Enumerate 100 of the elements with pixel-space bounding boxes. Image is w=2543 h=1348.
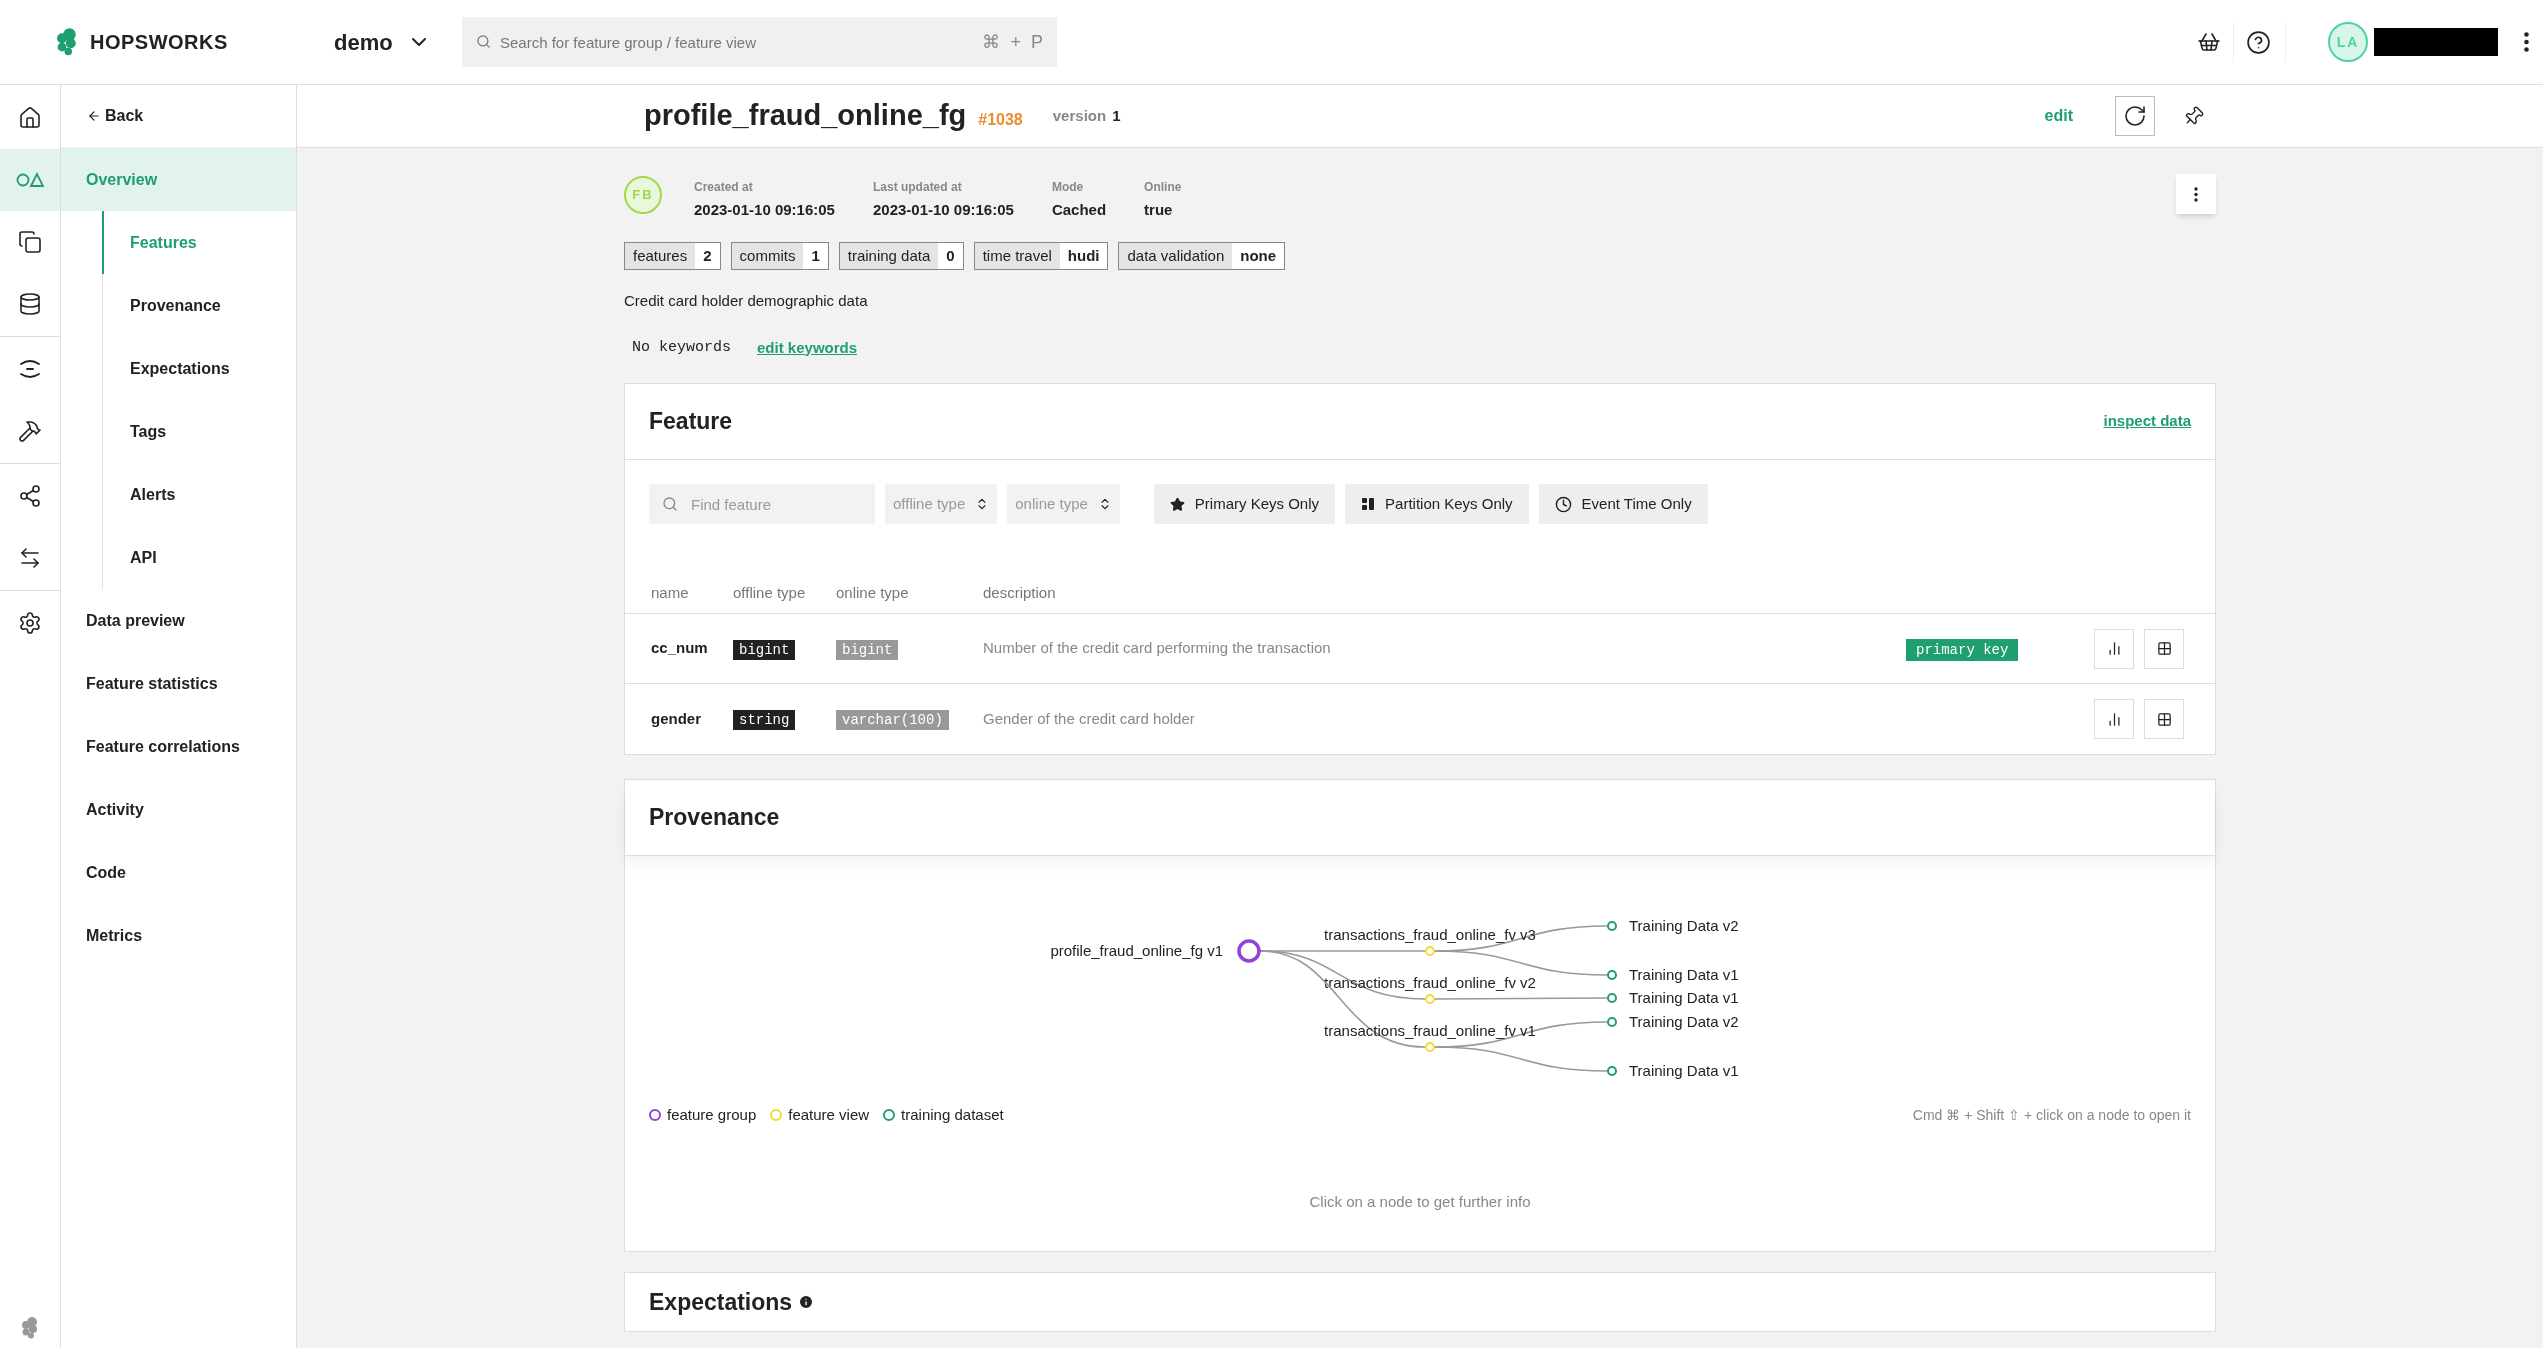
star-icon	[1169, 496, 1185, 512]
column-header: name	[651, 583, 690, 604]
column-header: description	[983, 583, 1056, 604]
nav-item[interactable]: Metrics	[61, 904, 296, 967]
clock-icon	[1554, 495, 1572, 513]
database-icon	[18, 292, 42, 316]
more-icon	[2194, 186, 2198, 202]
feature-name: cc_num	[651, 638, 709, 659]
stat-badge: commits 1	[730, 241, 829, 270]
node-label: profile_fraud_online_fg v1	[1050, 942, 1223, 959]
feature-group-node[interactable]	[1237, 939, 1261, 963]
project-selector[interactable]: demo	[334, 25, 462, 59]
nav-subitem[interactable]: API	[102, 526, 296, 589]
node-label: Training Data v2	[1629, 1013, 1739, 1030]
feature-name: gender	[651, 708, 702, 729]
meta-value: 2023-01-10 09:16:05	[694, 200, 835, 220]
nav-item[interactable]: Feature correlations	[61, 715, 296, 778]
card-title: Expectations	[649, 1287, 793, 1317]
node-label: Training Data v1	[1629, 1062, 1739, 1079]
shortcut-key: ⌘	[982, 29, 1001, 56]
training-dataset-node[interactable]	[1607, 993, 1617, 1003]
statistics-button[interactable]	[2094, 699, 2134, 739]
training-dataset-node[interactable]	[1607, 1066, 1617, 1076]
feature-description: Number of the credit card performing the transaction	[983, 638, 1332, 659]
help-icon[interactable]	[2246, 29, 2271, 55]
node-label: transactions_fraud_online_fv v1	[1324, 1022, 1536, 1039]
node-label: Training Data v1	[1629, 989, 1739, 1006]
training-dataset-node[interactable]	[1607, 1017, 1617, 1027]
refresh-icon	[2123, 104, 2147, 128]
shapes-icon	[16, 171, 44, 189]
nav-item[interactable]: Code	[61, 841, 296, 904]
column-header: online type	[836, 583, 910, 604]
version-label: version	[1052, 105, 1107, 126]
stat-badge: time travel hudi	[973, 241, 1109, 270]
nav-item[interactable]: Data preview	[61, 589, 296, 652]
type-tag: string	[733, 710, 796, 730]
version-value: 1	[1112, 105, 1121, 126]
shortcut-hint: Cmd ⌘ + Shift ⇧ + click on a node to open it	[1912, 1105, 2191, 1125]
training-dataset-node[interactable]	[1607, 970, 1617, 980]
type-tag: bigint	[733, 639, 796, 660]
copy-icon	[18, 230, 42, 254]
stat-badge: features 2	[624, 241, 721, 270]
node-label: Training Data v1	[1629, 966, 1739, 983]
statistics-button[interactable]	[2094, 628, 2134, 669]
meta-label: Online	[1144, 179, 1182, 196]
meta-value: true	[1144, 200, 1174, 220]
feature-view-node[interactable]	[1425, 994, 1435, 1004]
grid-button[interactable]	[2144, 699, 2184, 739]
legend-label: feature group	[667, 1105, 757, 1125]
nodes-icon	[18, 484, 42, 508]
node-label: Training Data v2	[1629, 917, 1739, 934]
logo-text: HOPSWORKS	[90, 30, 228, 55]
grid-button[interactable]	[2144, 628, 2184, 669]
nav-item[interactable]: Activity	[61, 778, 296, 841]
type-tag: varchar(100)	[836, 710, 949, 730]
node-label: transactions_fraud_online_fv v2	[1324, 974, 1536, 991]
home-icon	[18, 106, 42, 130]
search-icon	[476, 34, 491, 49]
nav-subitem[interactable]: Provenance	[102, 274, 296, 337]
card-title: Feature	[649, 407, 733, 437]
partition-icon	[1361, 497, 1376, 511]
hammer-icon	[18, 419, 42, 443]
basket-icon[interactable]	[2197, 30, 2221, 54]
feature-description: Gender of the credit card holder	[983, 708, 1196, 729]
feature-view-node[interactable]	[1425, 946, 1435, 956]
stat-badge: training data 0	[838, 241, 964, 270]
refresh-button[interactable]	[2115, 96, 2155, 136]
owner-avatar: FB	[624, 176, 662, 214]
feature-view-node[interactable]	[1425, 1042, 1435, 1052]
nav-subitem[interactable]: Expectations	[102, 337, 296, 400]
meta-label: Mode	[1051, 179, 1085, 196]
filter-button[interactable]: Partition Keys Only	[1345, 484, 1529, 524]
info-icon	[798, 1294, 815, 1310]
shortcut-key: +	[1010, 29, 1021, 56]
stat-badge: data validation none	[1118, 241, 1286, 270]
nav-subitem[interactable]: Alerts	[102, 463, 296, 526]
filter-button[interactable]: Event Time Only	[1538, 484, 1708, 524]
nav-item[interactable]: Feature statistics	[61, 652, 296, 715]
type-tag: bigint	[836, 639, 899, 660]
legend-label: feature view	[788, 1105, 870, 1125]
card-title: Provenance	[649, 803, 780, 833]
training-dataset-node[interactable]	[1607, 921, 1617, 931]
id-label: #1038	[978, 110, 1023, 130]
description-text: Credit card holder demographic data	[624, 291, 869, 311]
legend-label: training dataset	[901, 1105, 1004, 1125]
arrows-icon	[18, 546, 42, 570]
arcs-icon	[18, 357, 42, 381]
grid-icon	[2156, 641, 2172, 656]
nav-subitem[interactable]: Tags	[102, 400, 296, 463]
find-feature-field[interactable]: Find feature	[649, 484, 875, 524]
filter-button[interactable]: Primary Keys Only	[1153, 484, 1336, 524]
shortcut-key: P	[1031, 29, 1043, 56]
bar-chart-icon	[2106, 711, 2122, 727]
meta-label: Created at	[694, 179, 754, 196]
search-icon	[662, 496, 678, 512]
primary-key-tag: primary key	[1906, 638, 2019, 661]
bar-chart-icon	[2106, 641, 2122, 656]
more-icon[interactable]	[2524, 32, 2529, 52]
keywords-text: No keywords	[632, 337, 732, 358]
column-header: offline type	[733, 583, 807, 604]
